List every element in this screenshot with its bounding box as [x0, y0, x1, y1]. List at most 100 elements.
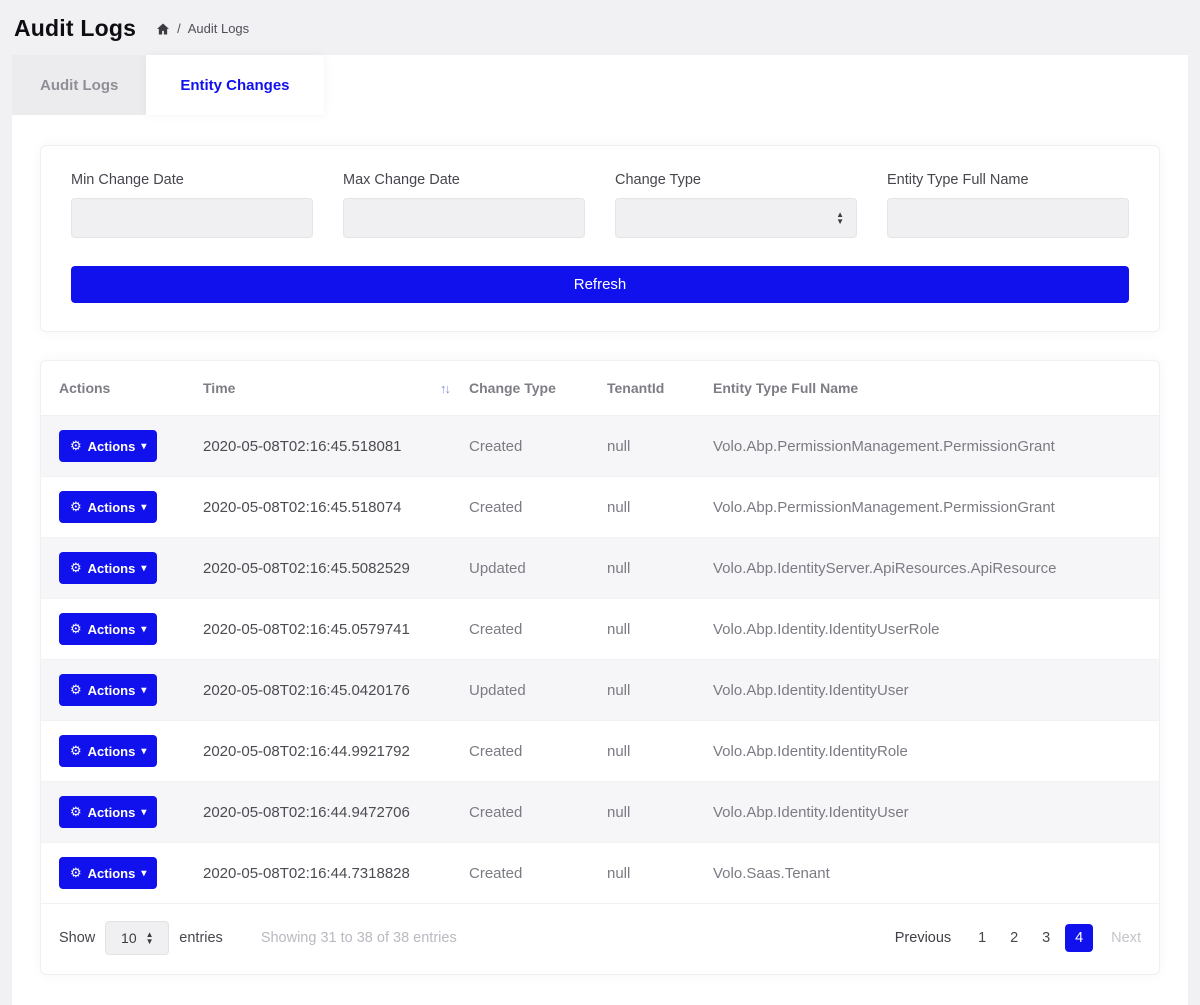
- cell-tenant-id: null: [597, 660, 703, 721]
- pagination-page-2[interactable]: 2: [1001, 925, 1027, 951]
- cell-change-type: Created: [459, 843, 597, 904]
- entity-type-input[interactable]: [887, 198, 1129, 238]
- table-row: ⚙Actions▾ 2020-05-08T02:16:45.0579741 Cr…: [41, 599, 1159, 660]
- caret-down-icon: ▾: [141, 868, 146, 879]
- cell-tenant-id: null: [597, 599, 703, 660]
- page-size-group: Show 10 ▲▼ entries: [59, 921, 223, 955]
- pagination: Previous 1 2 3 4 Next: [895, 924, 1141, 952]
- entity-changes-panel: Min Change Date Max Change Date Change T…: [12, 115, 1188, 1005]
- max-change-date-input[interactable]: [343, 198, 585, 238]
- page-header: Audit Logs / Audit Logs: [0, 0, 1200, 53]
- cell-time: 2020-05-08T02:16:45.5082529: [193, 538, 459, 599]
- cell-entity-type: Volo.Abp.Identity.IdentityUserRole: [703, 599, 1159, 660]
- breadcrumb-separator: /: [177, 21, 181, 36]
- pagination-page-1[interactable]: 1: [969, 925, 995, 951]
- cell-change-type: Created: [459, 782, 597, 843]
- cell-entity-type: Volo.Abp.Identity.IdentityRole: [703, 721, 1159, 782]
- pagination-page-3[interactable]: 3: [1033, 925, 1059, 951]
- column-header-change-type: Change Type: [459, 361, 597, 416]
- home-icon[interactable]: [156, 22, 170, 36]
- gear-icon: ⚙: [70, 865, 82, 881]
- caret-down-icon: ▾: [141, 685, 146, 696]
- cell-time: 2020-05-08T02:16:44.9921792: [193, 721, 459, 782]
- column-header-entity-type: Entity Type Full Name: [703, 361, 1159, 416]
- tab-bar: Audit Logs Entity Changes: [12, 55, 1188, 115]
- change-type-select[interactable]: ▲▼: [615, 198, 857, 238]
- cell-entity-type: Volo.Abp.Identity.IdentityUser: [703, 660, 1159, 721]
- table-header-row: Actions Time ↑↓ Change Type TenantId Ent…: [41, 361, 1159, 416]
- max-change-date-label: Max Change Date: [343, 172, 585, 188]
- refresh-button[interactable]: Refresh: [71, 266, 1129, 303]
- change-type-label: Change Type: [615, 172, 857, 188]
- table-row: ⚙Actions▾ 2020-05-08T02:16:44.9921792 Cr…: [41, 721, 1159, 782]
- column-header-time[interactable]: Time ↑↓: [193, 361, 459, 416]
- caret-down-icon: ▾: [141, 746, 146, 757]
- select-arrows-icon: ▲▼: [836, 211, 844, 225]
- cell-entity-type: Volo.Abp.PermissionManagement.Permission…: [703, 416, 1159, 477]
- cell-change-type: Updated: [459, 660, 597, 721]
- table-row: ⚙Actions▾ 2020-05-08T02:16:45.518081 Cre…: [41, 416, 1159, 477]
- row-actions-button[interactable]: ⚙Actions▾: [59, 430, 157, 462]
- page-title: Audit Logs: [14, 15, 136, 42]
- min-change-date-label: Min Change Date: [71, 172, 313, 188]
- gear-icon: ⚙: [70, 438, 82, 454]
- row-actions-button[interactable]: ⚙Actions▾: [59, 552, 157, 584]
- cell-entity-type: Volo.Abp.Identity.IdentityUser: [703, 782, 1159, 843]
- cell-time: 2020-05-08T02:16:44.9472706: [193, 782, 459, 843]
- row-actions-button[interactable]: ⚙Actions▾: [59, 491, 157, 523]
- entries-label: entries: [179, 930, 223, 946]
- show-label: Show: [59, 930, 95, 946]
- row-actions-button[interactable]: ⚙Actions▾: [59, 796, 157, 828]
- cell-time: 2020-05-08T02:16:44.7318828: [193, 843, 459, 904]
- cell-entity-type: Volo.Abp.IdentityServer.ApiResources.Api…: [703, 538, 1159, 599]
- cell-change-type: Created: [459, 477, 597, 538]
- table-row: ⚙Actions▾ 2020-05-08T02:16:44.7318828 Cr…: [41, 843, 1159, 904]
- cell-time: 2020-05-08T02:16:45.0420176: [193, 660, 459, 721]
- cell-time: 2020-05-08T02:16:45.518074: [193, 477, 459, 538]
- cell-tenant-id: null: [597, 782, 703, 843]
- caret-down-icon: ▾: [141, 502, 146, 513]
- filter-field-max-change-date: Max Change Date: [343, 172, 585, 238]
- pagination-next[interactable]: Next: [1111, 930, 1141, 946]
- filter-grid: Min Change Date Max Change Date Change T…: [71, 172, 1129, 238]
- breadcrumb: / Audit Logs: [156, 21, 249, 36]
- sort-icon[interactable]: ↑↓: [440, 381, 449, 396]
- cell-tenant-id: null: [597, 477, 703, 538]
- cell-tenant-id: null: [597, 416, 703, 477]
- gear-icon: ⚙: [70, 499, 82, 515]
- cell-entity-type: Volo.Abp.PermissionManagement.Permission…: [703, 477, 1159, 538]
- table-row: ⚙Actions▾ 2020-05-08T02:16:44.9472706 Cr…: [41, 782, 1159, 843]
- cell-tenant-id: null: [597, 721, 703, 782]
- gear-icon: ⚙: [70, 621, 82, 637]
- cell-change-type: Created: [459, 599, 597, 660]
- pagination-previous[interactable]: Previous: [895, 930, 951, 946]
- filter-field-min-change-date: Min Change Date: [71, 172, 313, 238]
- cell-change-type: Created: [459, 416, 597, 477]
- cell-time: 2020-05-08T02:16:45.518081: [193, 416, 459, 477]
- caret-down-icon: ▾: [141, 441, 146, 452]
- pagination-page-4-active[interactable]: 4: [1065, 924, 1093, 952]
- select-arrows-icon: ▲▼: [146, 931, 154, 945]
- table-row: ⚙Actions▾ 2020-05-08T02:16:45.518074 Cre…: [41, 477, 1159, 538]
- entity-type-label: Entity Type Full Name: [887, 172, 1129, 188]
- page-size-select[interactable]: 10 ▲▼: [105, 921, 169, 955]
- showing-info: Showing 31 to 38 of 38 entries: [261, 930, 457, 946]
- cell-change-type: Created: [459, 721, 597, 782]
- row-actions-button[interactable]: ⚙Actions▾: [59, 613, 157, 645]
- min-change-date-input[interactable]: [71, 198, 313, 238]
- column-header-tenant-id: TenantId: [597, 361, 703, 416]
- tab-audit-logs[interactable]: Audit Logs: [12, 55, 146, 115]
- filter-card: Min Change Date Max Change Date Change T…: [40, 145, 1160, 332]
- filter-field-change-type: Change Type ▲▼: [615, 172, 857, 238]
- caret-down-icon: ▾: [141, 563, 146, 574]
- row-actions-button[interactable]: ⚙Actions▾: [59, 735, 157, 767]
- entity-changes-table: Actions Time ↑↓ Change Type TenantId Ent…: [41, 361, 1159, 904]
- row-actions-button[interactable]: ⚙Actions▾: [59, 857, 157, 889]
- cell-time: 2020-05-08T02:16:45.0579741: [193, 599, 459, 660]
- caret-down-icon: ▾: [141, 624, 146, 635]
- gear-icon: ⚙: [70, 743, 82, 759]
- table-row: ⚙Actions▾ 2020-05-08T02:16:45.5082529 Up…: [41, 538, 1159, 599]
- tab-entity-changes[interactable]: Entity Changes: [146, 55, 323, 115]
- row-actions-button[interactable]: ⚙Actions▾: [59, 674, 157, 706]
- caret-down-icon: ▾: [141, 807, 146, 818]
